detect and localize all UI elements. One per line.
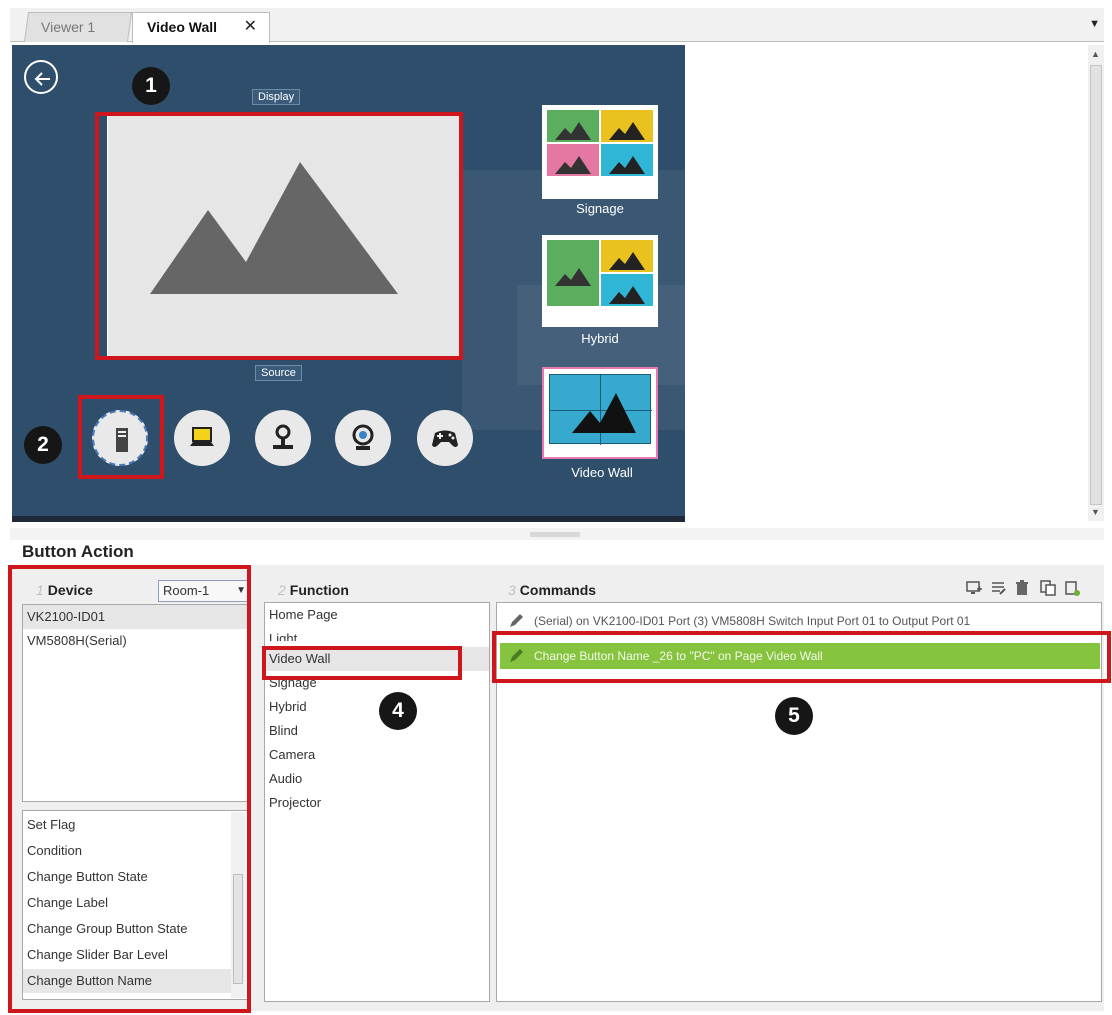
source-label[interactable]: Source — [255, 365, 302, 381]
commands-header: 3 Commands — [508, 582, 597, 598]
list-item[interactable]: Camera — [265, 743, 489, 767]
page-label: Signage — [576, 201, 624, 216]
scroll-up-icon[interactable]: ▲ — [1091, 49, 1100, 59]
list-item[interactable]: Hybrid — [265, 695, 489, 719]
preview-scrollbar[interactable]: ▲ ▼ — [1088, 45, 1104, 521]
page-button-video-wall[interactable]: Video Wall — [542, 367, 658, 480]
scrollbar-thumb[interactable] — [1090, 65, 1102, 505]
gamepad-icon — [432, 430, 458, 447]
edit-command-icon[interactable] — [990, 580, 1006, 596]
tab-bar: Viewer 1 Video Wall ✕ ▼ — [10, 8, 1104, 43]
tab-label: Video Wall — [147, 19, 218, 35]
source-button-gamepad[interactable] — [417, 410, 473, 466]
pencil-icon — [510, 614, 523, 627]
tab-viewer-1[interactable]: Viewer 1 — [23, 12, 133, 42]
function-header: 2 Function — [278, 582, 349, 598]
command-text: (Serial) on VK2100-ID01 Port (3) VM5808H… — [534, 614, 971, 628]
add-command-icon[interactable] — [966, 580, 982, 596]
tab-video-wall[interactable]: Video Wall ✕ — [132, 12, 270, 43]
splitter-grip[interactable] — [530, 532, 580, 537]
list-item[interactable]: Projector — [265, 791, 489, 815]
source-button-document-camera[interactable] — [255, 410, 311, 466]
list-item[interactable]: Audio — [265, 767, 489, 791]
list-item[interactable]: Home Page — [265, 603, 489, 627]
delete-icon[interactable] — [1014, 580, 1030, 596]
page-label: Video Wall — [571, 465, 633, 480]
canvas-edge — [12, 516, 685, 522]
panel-title: Button Action — [22, 542, 134, 561]
highlight-source-button — [78, 395, 164, 479]
dropdown-arrow-icon[interactable]: ▼ — [1089, 18, 1100, 30]
display-label[interactable]: Display — [252, 89, 301, 105]
highlight-function-item — [262, 646, 462, 680]
paste-icon[interactable] — [1064, 580, 1080, 596]
highlight-display — [95, 112, 463, 360]
scroll-down-icon[interactable]: ▼ — [1091, 507, 1100, 517]
panel-splitter[interactable] — [10, 528, 1104, 540]
list-item[interactable]: Blind — [265, 719, 489, 743]
tab-label: Viewer 1 — [41, 19, 96, 35]
highlight-command-row — [492, 631, 1111, 683]
page-button-signage[interactable]: Signage — [542, 105, 658, 216]
step-marker-1: 1 — [132, 67, 170, 105]
source-button-laptop[interactable] — [174, 410, 230, 466]
laptop-icon — [190, 427, 214, 446]
source-button-webcam[interactable] — [335, 410, 391, 466]
step-marker-2: 2 — [24, 426, 62, 464]
webcam-icon — [352, 424, 374, 450]
list-item[interactable]: Light — [265, 627, 489, 641]
page-button-hybrid[interactable]: Hybrid — [542, 235, 658, 346]
page-label: Hybrid — [581, 331, 619, 346]
step-marker-5: 5 — [775, 697, 813, 735]
highlight-device-column — [8, 565, 251, 1013]
close-icon[interactable]: ✕ — [244, 13, 257, 41]
back-arrow-icon[interactable] — [24, 60, 58, 94]
copy-icon[interactable] — [1040, 580, 1056, 596]
image-placeholder-icon — [572, 393, 636, 433]
step-marker-4: 4 — [379, 692, 417, 730]
document-camera-icon — [273, 424, 293, 449]
